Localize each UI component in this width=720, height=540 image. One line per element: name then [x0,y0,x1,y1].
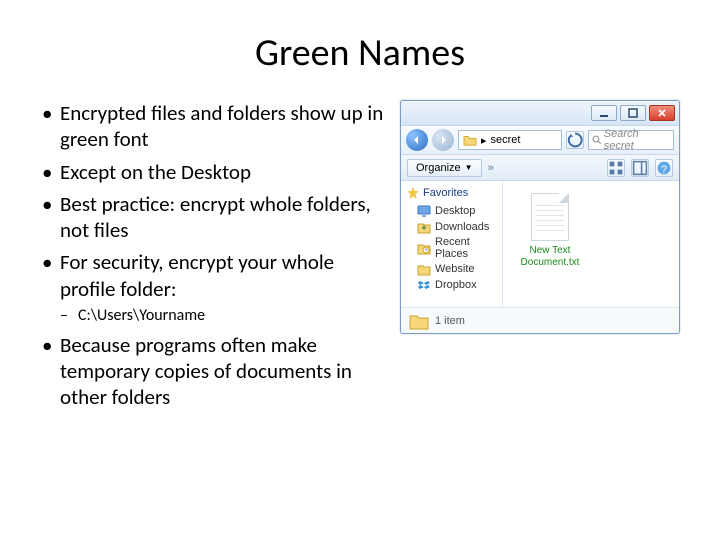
slide-title: Green Names [40,30,680,76]
refresh-icon [567,132,583,148]
toolbar-overflow[interactable]: » [488,162,494,174]
slide: Green Names Encrypted files and folders … [0,0,720,540]
back-button[interactable] [406,129,428,151]
breadcrumb-sep: ▸ [481,134,487,147]
minimize-icon [599,108,609,118]
minimize-button[interactable] [591,105,617,121]
sidebar-item-label: Desktop [435,205,475,217]
svg-text:?: ? [661,163,667,175]
sidebar-item-dropbox[interactable]: Dropbox [403,277,500,293]
sidebar-item-label: Website [435,263,475,275]
favorites-header[interactable]: Favorites [403,185,500,203]
maximize-button[interactable] [620,105,646,121]
sidebar-item-website[interactable]: Website [403,261,500,277]
sidebar-item-downloads[interactable]: Downloads [403,219,500,235]
pane-icon [632,160,648,176]
help-icon: ? [656,160,672,176]
address-path: secret [491,134,521,146]
website-icon [417,262,431,276]
folder-icon [463,134,477,146]
bullet-column: Encrypted files and folders show up in g… [40,100,386,417]
close-icon [657,108,667,118]
screenshot-column: ▸ secret Search secret Organize ▼ » [400,100,680,417]
search-input[interactable]: Search secret [588,130,674,150]
explorer-window: ▸ secret Search secret Organize ▼ » [400,100,680,334]
star-icon [407,187,419,199]
search-icon [592,135,602,145]
bullet-item: For security, encrypt your whole profile… [40,249,386,326]
status-bar: 1 item [401,307,679,333]
forward-button[interactable] [432,129,454,151]
toolbar: Organize ▼ » ? [401,155,679,181]
file-name: New Text Document.txt [515,245,585,268]
chevron-down-icon: ▼ [465,163,473,172]
sidebar: Favorites Desktop Downloads Recent [401,181,503,307]
sidebar-item-label: Downloads [435,221,489,233]
bullet-item: Best practice: encrypt whole folders, no… [40,191,386,244]
status-text: 1 item [435,315,465,327]
search-placeholder: Search secret [604,128,670,152]
sidebar-item-recent[interactable]: Recent Places [403,235,500,261]
recent-icon [417,241,431,255]
nav-row: ▸ secret Search secret [401,125,679,155]
bullet-item: Except on the Desktop [40,159,386,185]
refresh-button[interactable] [566,131,584,149]
address-bar[interactable]: ▸ secret [458,130,562,150]
dropbox-icon [417,278,431,292]
explorer-content: Favorites Desktop Downloads Recent [401,181,679,307]
bullet-text: For security, encrypt your whole profile… [60,249,334,301]
maximize-icon [628,108,638,118]
sidebar-item-desktop[interactable]: Desktop [403,203,500,219]
organize-label: Organize [416,162,461,174]
favorites-label: Favorites [423,187,468,199]
preview-pane-button[interactable] [631,159,649,177]
sidebar-item-label: Recent Places [435,236,496,260]
view-icon [608,160,624,176]
file-pane[interactable]: New Text Document.txt [503,181,679,307]
sidebar-item-label: Dropbox [435,279,477,291]
arrow-left-icon [412,135,422,145]
text-file-icon [531,193,569,241]
view-options-button[interactable] [607,159,625,177]
help-button[interactable]: ? [655,159,673,177]
desktop-icon [417,204,431,218]
folder-icon [409,312,429,330]
bullet-item: Because programs often make temporary co… [40,332,386,411]
file-item[interactable]: New Text Document.txt [515,193,585,268]
sub-bullet-item: C:\Users\Yourname [60,306,386,326]
bullet-item: Encrypted files and folders show up in g… [40,100,386,153]
window-titlebar [401,101,679,125]
sub-bullet-list: C:\Users\Yourname [60,306,386,326]
organize-button[interactable]: Organize ▼ [407,159,482,177]
slide-body: Encrypted files and folders show up in g… [40,100,680,417]
close-button[interactable] [649,105,675,121]
downloads-icon [417,220,431,234]
bullet-list: Encrypted files and folders show up in g… [40,100,386,411]
arrow-right-icon [438,135,448,145]
